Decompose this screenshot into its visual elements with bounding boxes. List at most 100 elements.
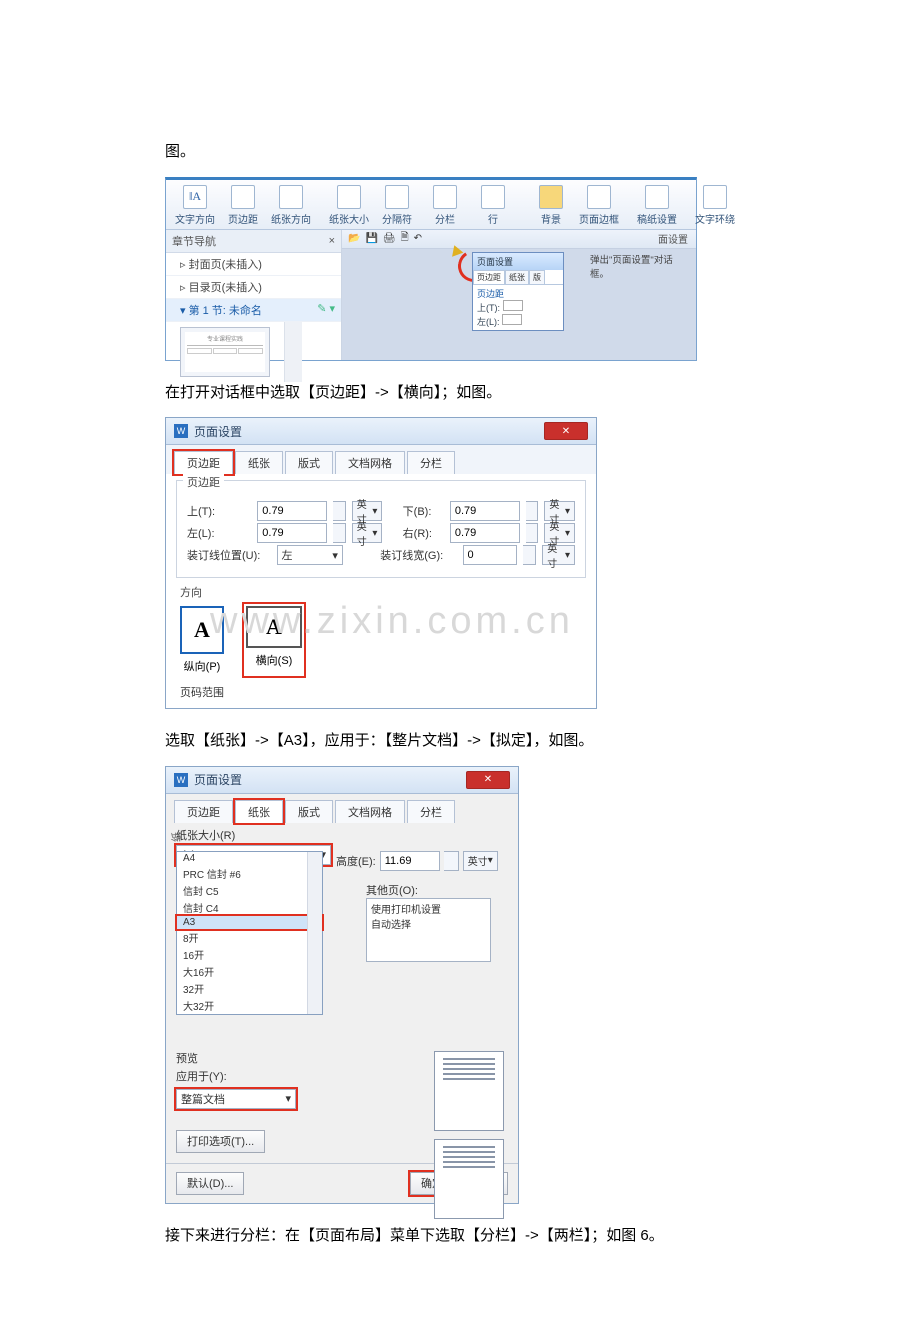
qat-open-icon[interactable]: 📂 — [348, 233, 360, 244]
paper-size-dropdown: A4 PRC 信封 #6 信封 C5 信封 C4 A3 8开 16开 大16开 … — [176, 851, 323, 1015]
ribbon-label: 稿纸设置 — [637, 211, 677, 226]
screenshot-wps-ribbon: ‖A 文字方向 页边距 纸张方向 纸张大小 分隔符 分栏 — [165, 177, 697, 361]
qat-save-icon[interactable]: 💾 — [365, 233, 377, 244]
paper-option[interactable]: 32开 — [177, 980, 322, 997]
paper-option[interactable]: 8开 — [177, 929, 322, 946]
tab-paper[interactable]: 纸张 — [235, 800, 283, 823]
unit-height[interactable]: 英寸▾ — [463, 851, 498, 871]
print-options-button[interactable]: 打印选项(T)... — [176, 1130, 265, 1153]
tab-margins[interactable]: 页边距 — [174, 451, 233, 474]
ribbon-text-direction[interactable]: ‖A 文字方向 — [172, 184, 218, 227]
section-thumbnail[interactable]: 专业课程实践 — [180, 327, 270, 377]
ribbon-background[interactable]: 背景 — [528, 184, 574, 227]
tab-columns[interactable]: 分栏 — [407, 451, 455, 474]
truncated-side-label: 纸 — [172, 832, 183, 842]
paper-option[interactable]: 16开 — [177, 946, 322, 963]
spinner-right[interactable] — [526, 523, 539, 543]
mini-tab-margins[interactable]: 页边距 — [473, 270, 505, 284]
tab-grid[interactable]: 文档网格 — [335, 800, 405, 823]
ribbon-label: 行 — [488, 211, 498, 226]
close-navigator-button[interactable]: × — [329, 235, 335, 247]
nav-item-toc[interactable]: ▹ 目录页(未插入) — [166, 276, 341, 299]
ribbon-label: 背景 — [541, 211, 561, 226]
nav-item-cover[interactable]: ▹ 封面页(未插入) — [166, 253, 341, 276]
tab-paper[interactable]: 纸张 — [235, 451, 283, 474]
close-button[interactable]: ✕ — [544, 422, 588, 440]
page-layout-ribbon: ‖A 文字方向 页边距 纸张方向 纸张大小 分隔符 分栏 — [166, 180, 696, 230]
input-height[interactable] — [380, 851, 440, 871]
other-pages-list[interactable]: 使用打印机设置 自动选择 — [366, 898, 491, 962]
mini-top-label: 上(T): — [477, 303, 500, 313]
body-text-3: 选取【纸张】->【A3】，应用于：【整片文档】->【拟定】，如图。 — [165, 727, 860, 756]
truncated-section-label: 页码范围 — [180, 684, 582, 700]
default-button[interactable]: 默认(D)... — [176, 1172, 244, 1195]
input-left[interactable] — [257, 523, 327, 543]
ribbon-breaks[interactable]: 分隔符 — [374, 184, 420, 227]
mini-tab-paper[interactable]: 纸张 — [505, 270, 529, 284]
body-text-2: 在打开对话框中选取【页边距】->【横向】；如图。 — [165, 379, 860, 408]
size-icon — [337, 185, 361, 209]
ribbon-text-wrap[interactable]: 文字环绕 — [692, 184, 738, 227]
spinner-top[interactable] — [333, 501, 346, 521]
paper-option-a3[interactable]: A3 — [177, 916, 322, 929]
paper-option[interactable]: 大32开 — [177, 997, 322, 1014]
background-icon — [539, 185, 563, 209]
spinner-left[interactable] — [333, 523, 346, 543]
spinner-bottom[interactable] — [526, 501, 539, 521]
paper-option[interactable]: A4 — [177, 852, 322, 865]
tab-columns[interactable]: 分栏 — [407, 800, 455, 823]
ribbon-line-numbers[interactable]: 行 — [470, 184, 516, 227]
ribbon-genkoyoshi[interactable]: 稿纸设置 — [634, 184, 680, 227]
input-gutter-width[interactable] — [463, 545, 517, 565]
ribbon-label: 文字方向 — [175, 211, 215, 226]
list-item[interactable]: 自动选择 — [371, 916, 486, 931]
input-bottom[interactable] — [450, 501, 520, 521]
ribbon-size[interactable]: 纸张大小 — [326, 184, 372, 227]
orientation-landscape[interactable]: A 横向(S) — [246, 606, 302, 674]
tab-margins[interactable]: 页边距 — [174, 800, 233, 823]
paper-option[interactable]: PRC 信封 #6 — [177, 865, 322, 882]
list-item[interactable]: 使用打印机设置 — [371, 901, 486, 916]
section-navigator: 章节导航 × ▹ 封面页(未插入) ▹ 目录页(未插入) ▾ 第 1 节: 未命… — [166, 230, 342, 360]
qat-undo-icon[interactable]: ↶ — [414, 233, 422, 244]
tab-layout[interactable]: 版式 — [285, 800, 333, 823]
ribbon-page-border[interactable]: 页面边框 — [576, 184, 622, 227]
navigator-scrollbar[interactable] — [284, 322, 302, 382]
unit-gutter-width[interactable]: 英寸▾ — [542, 545, 575, 565]
close-button[interactable]: ✕ — [466, 771, 510, 789]
spinner-gutter-width[interactable] — [523, 545, 537, 565]
tab-grid[interactable]: 文档网格 — [335, 451, 405, 474]
spinner-height[interactable] — [444, 851, 459, 871]
unit-left[interactable]: 英寸▾ — [352, 523, 383, 543]
mini-tab-layout[interactable]: 版 — [529, 270, 545, 284]
paper-option[interactable]: 大16开 — [177, 963, 322, 980]
apply-to-combo[interactable]: 整篇文档▾ — [176, 1089, 296, 1109]
paper-option[interactable]: 信封 C5 — [177, 882, 322, 899]
input-top[interactable] — [257, 501, 327, 521]
ribbon-margins[interactable]: 页边距 — [220, 184, 266, 227]
paper-size-label: 纸张大小(R) — [176, 827, 508, 843]
ribbon-columns[interactable]: 分栏 — [422, 184, 468, 227]
combo-gutter-pos[interactable]: 左▾ — [277, 545, 343, 565]
ribbon-label: 纸张方向 — [271, 211, 311, 226]
page-setup-tabs: 页边距 纸张 版式 文档网格 分栏 — [166, 794, 518, 823]
input-right[interactable] — [450, 523, 520, 543]
ribbon-orientation[interactable]: 纸张方向 — [268, 184, 314, 227]
label-left: 左(L): — [187, 525, 251, 541]
preview-thumbnail — [430, 1047, 508, 1223]
paper-option[interactable]: 信封 C4 — [177, 899, 322, 916]
nav-item-label: 目录页(未插入) — [189, 282, 262, 294]
nav-item-section1[interactable]: ▾ 第 1 节: 未命名 ✎ ▾ — [166, 299, 341, 322]
qat-print-icon[interactable]: 🖨 — [383, 233, 396, 244]
orientation-portrait[interactable]: A 纵向(P) — [180, 606, 224, 674]
orientation-legend: 方向 — [180, 584, 582, 600]
body-text-4: 接下来进行分栏：在【页面布局】菜单下选取【分栏】->【两栏】；如图 6。 — [165, 1222, 860, 1251]
label-top: 上(T): — [187, 503, 251, 519]
qat-preview-icon[interactable]: 🗎 — [401, 230, 409, 247]
text-direction-icon: ‖A — [183, 185, 207, 209]
tab-layout[interactable]: 版式 — [285, 451, 333, 474]
text-wrap-icon — [703, 185, 727, 209]
navigator-title: 章节导航 — [172, 233, 216, 249]
dropdown-scrollbar[interactable] — [307, 852, 322, 1014]
quick-access-toolbar: 📂 💾 🖨 🗎 ↶ 面设置 — [342, 230, 696, 249]
